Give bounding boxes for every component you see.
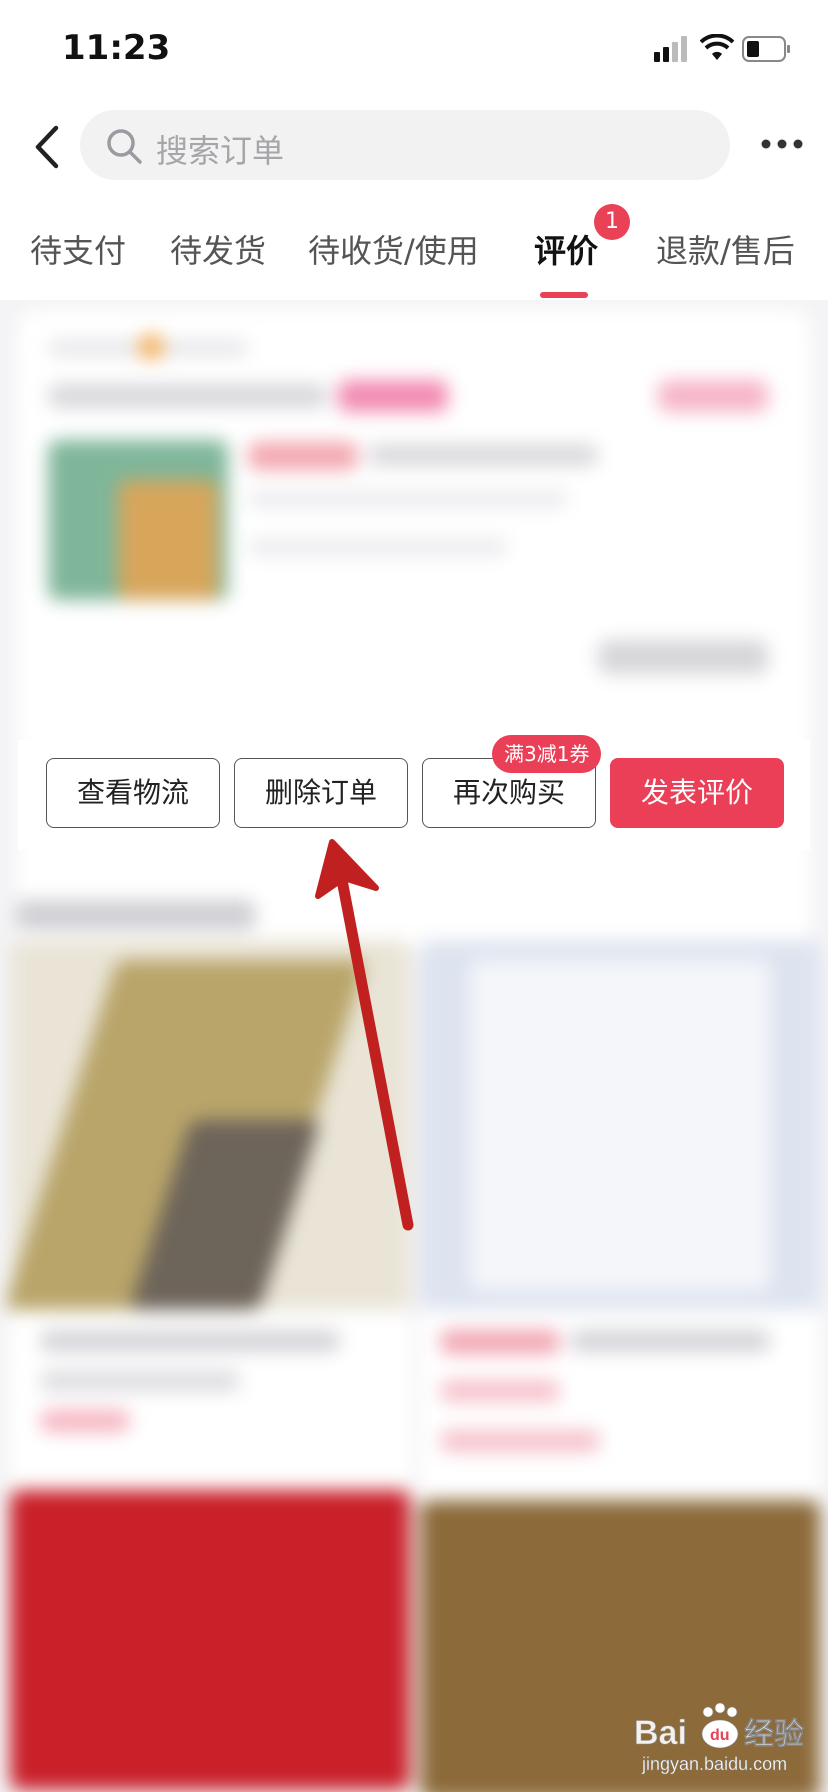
search-icon <box>107 129 142 164</box>
coupon-badge: 满3减1券 <box>492 735 602 773</box>
delete-order-button[interactable]: 删除订单 <box>234 758 408 828</box>
baidu-jingyan-watermark: Bai du 经验 jingyan.baidu.com <box>634 1702 804 1774</box>
tab-pending-shipment[interactable]: 待发货 <box>170 226 266 272</box>
tab-pending-receipt[interactable]: 待收货/使用 <box>308 226 479 272</box>
signal-icon <box>654 36 687 62</box>
tab-refund[interactable]: 退款/售后 <box>656 226 795 272</box>
svg-text:jingyan.baidu.com: jingyan.baidu.com <box>641 1754 787 1774</box>
wifi-icon <box>700 34 734 60</box>
tab-active-indicator <box>540 292 588 298</box>
tab-review-badge: 1 <box>594 204 630 240</box>
more-icon[interactable] <box>760 136 804 152</box>
search-placeholder: 搜索订单 <box>156 132 285 170</box>
back-icon[interactable] <box>30 122 66 172</box>
svg-text:Bai: Bai <box>634 1714 687 1752</box>
battery-icon <box>742 36 790 62</box>
annotation-arrow <box>315 839 414 1231</box>
svg-text:du: du <box>710 1727 730 1744</box>
status-time: 11:23 <box>62 28 171 68</box>
view-logistics-button[interactable]: 查看物流 <box>46 758 220 828</box>
tab-pending-payment[interactable]: 待支付 <box>30 226 126 272</box>
status-bar: 11:23 <box>0 0 828 100</box>
svg-text:经验: 经验 <box>744 1717 804 1752</box>
tab-review[interactable]: 评价 <box>534 226 598 272</box>
write-review-button[interactable]: 发表评价 <box>610 758 784 828</box>
